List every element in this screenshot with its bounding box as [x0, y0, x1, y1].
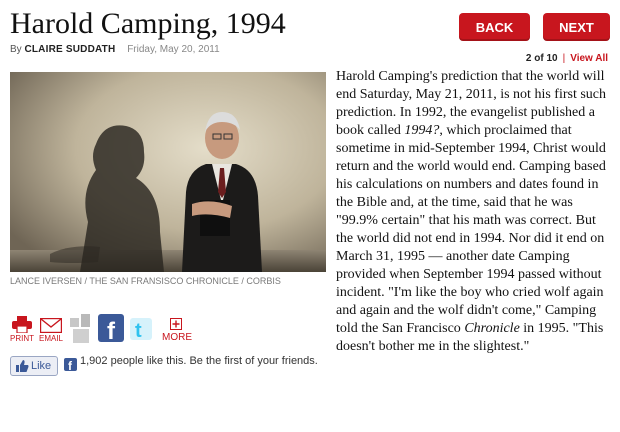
next-button[interactable]: NEXT	[543, 13, 610, 41]
publish-date: Friday, May 20, 2011	[127, 44, 220, 55]
byline: By CLAIRE SUDDATH Friday, May 20, 2011	[10, 44, 220, 55]
newspaper-name: Chronicle	[464, 321, 520, 336]
article-title: Harold Camping, 1994	[10, 7, 286, 40]
author-name[interactable]: CLAIRE SUDDATH	[24, 44, 115, 55]
view-all-link[interactable]: View All	[570, 53, 608, 64]
gallery-pager: 2 of 10 | View All	[526, 53, 608, 64]
page-count: 2 of 10	[525, 53, 558, 64]
article-body: Harold Camping's prediction that the wor…	[10, 68, 610, 428]
pager-divider: |	[562, 53, 566, 64]
byline-prefix: By	[10, 44, 22, 55]
book-title: 1994?	[404, 123, 440, 138]
body-text-2: , which proclaimed that sometime in mid-…	[336, 123, 606, 336]
body-float-spacer	[10, 68, 336, 366]
back-button[interactable]: BACK	[459, 13, 530, 41]
